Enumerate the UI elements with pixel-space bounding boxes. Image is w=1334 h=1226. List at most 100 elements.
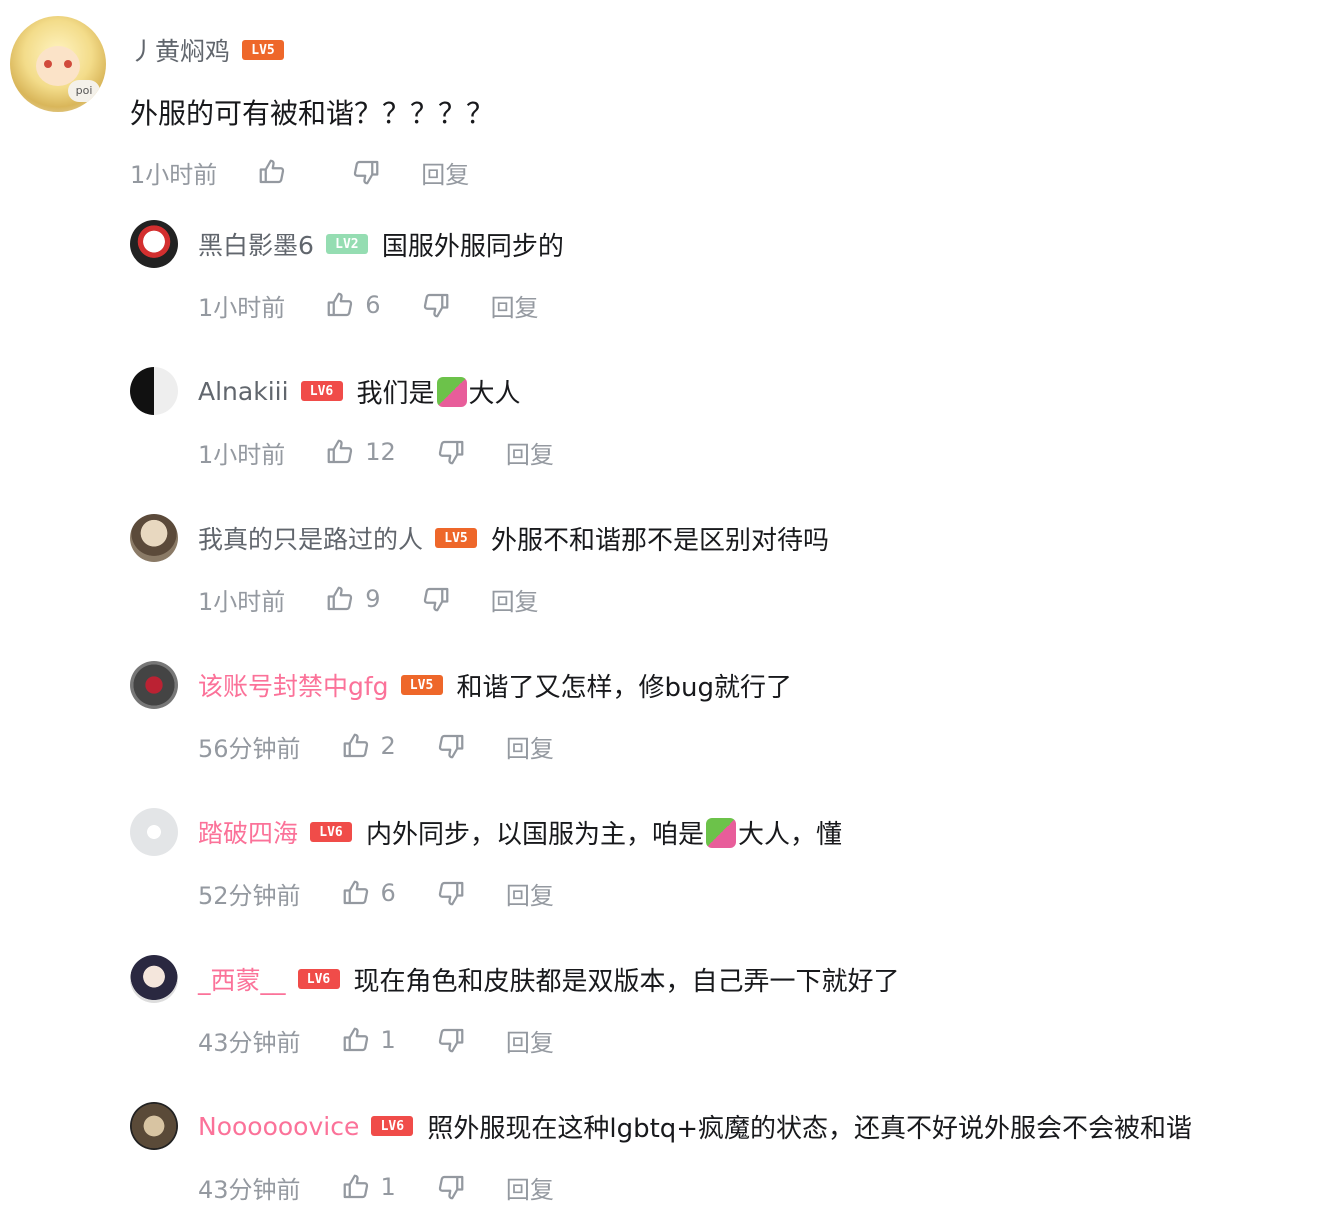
like-count: 9 — [365, 585, 381, 613]
username[interactable]: Alnakiii — [198, 377, 289, 406]
reply-item: 黑白影墨6 LV2 国服外服同步的 — [130, 220, 564, 268]
reply-item: Alnakiii LV6 我们是 大人 — [130, 367, 521, 415]
level-badge: LV6 — [297, 969, 340, 989]
username[interactable]: 我真的只是路过的人 — [198, 520, 423, 556]
avatar[interactable] — [130, 367, 178, 415]
reply-content: 外服不和谐那不是区别对待吗 — [491, 525, 830, 556]
level-badge: LV5 — [435, 528, 478, 548]
like-count: 12 — [365, 438, 396, 466]
dislike-button[interactable] — [436, 731, 466, 761]
comment-time: 1小时前 — [198, 587, 286, 616]
thumbs-up-icon — [343, 1027, 368, 1052]
reply-content: 现在角色和皮肤都是双版本，自己弄一下就好了 — [353, 966, 900, 997]
reply-content: 国服外服同步的 — [381, 231, 564, 262]
avatar[interactable] — [130, 955, 178, 1003]
avatar[interactable] — [130, 514, 178, 562]
reply-meta: 52分钟前 6 回复 — [198, 873, 554, 913]
dislike-button[interactable] — [436, 1025, 466, 1055]
like-button[interactable]: 1 — [341, 1025, 396, 1055]
reply-meta: 1小时前 6 回复 — [198, 285, 539, 325]
username[interactable]: _西蒙__ — [198, 961, 286, 997]
thumbs-down-icon — [438, 1175, 464, 1200]
level-badge: LV6 — [300, 381, 343, 401]
reply-button[interactable]: 回复 — [506, 1170, 554, 1205]
username[interactable]: 黑白影墨6 — [198, 226, 314, 262]
reply-content: 和谐了又怎样，修bug就行了 — [456, 672, 793, 703]
thumbs-up-icon — [343, 1174, 368, 1199]
avatar[interactable] — [130, 1102, 178, 1150]
reply-button[interactable]: 回复 — [491, 582, 539, 617]
reply-button[interactable]: 回复 — [506, 876, 554, 911]
thumbs-up-icon — [327, 439, 353, 464]
thumbs-down-icon — [423, 293, 448, 318]
comment-author: 丿黄焖鸡 LV5 — [130, 30, 285, 70]
reply-meta: 43分钟前 1 回复 — [198, 1020, 554, 1060]
comment-time: 43分钟前 — [198, 1175, 301, 1204]
reply-button[interactable]: 回复 — [421, 155, 469, 190]
like-count: 1 — [380, 1173, 396, 1201]
level-badge: LV6 — [310, 822, 353, 842]
reply-meta: 1小时前 9 回复 — [198, 579, 539, 619]
username[interactable]: 该账号封禁中gfg — [198, 667, 389, 703]
dislike-button[interactable] — [421, 584, 451, 614]
like-button[interactable]: 12 — [325, 437, 396, 467]
thumbs-down-icon — [438, 734, 464, 759]
like-button[interactable]: 1 — [341, 1172, 396, 1202]
reply-meta: 43分钟前 1 回复 — [198, 1167, 554, 1207]
reply-button[interactable]: 回复 — [506, 729, 554, 764]
avatar[interactable] — [130, 808, 178, 856]
like-button[interactable]: 6 — [341, 878, 396, 908]
comment-time: 1小时前 — [198, 440, 286, 469]
like-button[interactable]: 9 — [325, 584, 381, 614]
like-button[interactable]: 2 — [341, 731, 396, 761]
reply-button[interactable]: 回复 — [506, 1023, 554, 1058]
reply-content: 内外同步，以国服为主，咱是 大人，懂 — [366, 817, 843, 850]
like-count: 6 — [380, 879, 396, 907]
comment-time: 56分钟前 — [198, 734, 301, 763]
avatar[interactable] — [130, 661, 178, 709]
thumbs-down-icon — [354, 160, 379, 185]
thumbs-up-icon — [343, 733, 368, 758]
username[interactable]: 踏破四海 — [198, 814, 298, 850]
like-count: 1 — [380, 1026, 396, 1054]
avatar[interactable] — [130, 220, 178, 268]
dislike-button[interactable] — [436, 878, 466, 908]
reply-item: 该账号封禁中gfg LV5 和谐了又怎样，修bug就行了 — [130, 661, 792, 709]
level-badge: LV6 — [371, 1116, 414, 1136]
thumbs-up-icon — [259, 159, 285, 184]
reply-meta: 1小时前 12 回复 — [198, 432, 554, 472]
thumbs-down-icon — [438, 440, 464, 465]
level-badge: LV2 — [325, 234, 368, 254]
like-count: 6 — [365, 291, 381, 319]
dragon-emoji — [706, 817, 737, 848]
dislike-button[interactable] — [436, 437, 466, 467]
username[interactable]: 丿黄焖鸡 — [130, 32, 230, 68]
dislike-button[interactable] — [421, 290, 451, 320]
reply-item: 踏破四海 LV6 内外同步，以国服为主，咱是 大人，懂 — [130, 808, 842, 856]
like-button[interactable] — [257, 157, 311, 187]
reply-item: _西蒙__ LV6 现在角色和皮肤都是双版本，自己弄一下就好了 — [130, 955, 900, 1003]
comment-time: 43分钟前 — [198, 1028, 301, 1057]
reply-meta: 56分钟前 2 回复 — [198, 726, 554, 766]
dragon-emoji — [436, 376, 467, 407]
reply-content: 照外服现在这种lgbtq+疯魔的状态，还真不好说外服会不会被和谐 — [427, 1113, 1193, 1144]
avatar[interactable]: poi — [10, 16, 106, 112]
reply-content: 我们是 大人 — [356, 376, 521, 409]
thumbs-down-icon — [423, 587, 448, 612]
reply-button[interactable]: 回复 — [491, 288, 539, 323]
thumbs-up-icon — [327, 586, 353, 611]
dislike-button[interactable] — [351, 157, 381, 187]
reply-item: 我真的只是路过的人 LV5 外服不和谐那不是区别对待吗 — [130, 514, 829, 562]
thumbs-up-icon — [327, 292, 353, 317]
thumbs-up-icon — [343, 880, 368, 905]
level-badge: LV5 — [242, 40, 285, 60]
comment-time: 1小时前 — [130, 160, 218, 189]
comment-meta: 1小时前 回复 — [130, 152, 469, 192]
reply-item: Noooooovice LV6 照外服现在这种lgbtq+疯魔的状态，还真不好说外服… — [130, 1102, 1192, 1150]
reply-button[interactable]: 回复 — [506, 435, 554, 470]
dislike-button[interactable] — [436, 1172, 466, 1202]
like-button[interactable]: 6 — [325, 290, 381, 320]
thumbs-down-icon — [438, 881, 464, 906]
level-badge: LV5 — [400, 675, 443, 695]
username[interactable]: Noooooovice — [198, 1112, 359, 1141]
